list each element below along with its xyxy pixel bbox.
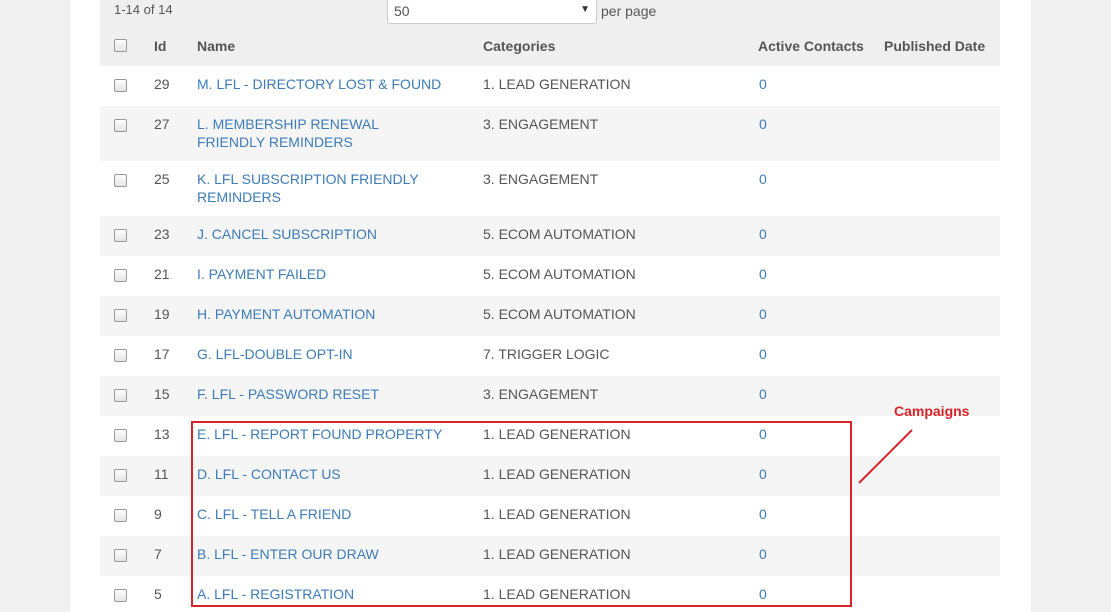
- table-row: 19 H. PAYMENT AUTOMATION 5. ECOM AUTOMATIO…: [100, 296, 1000, 336]
- campaign-name-link[interactable]: L. MEMBERSHIP RENEWAL FRIENDLY REMINDERS: [197, 115, 447, 151]
- per-page-select[interactable]: 50 ▼: [387, 0, 597, 24]
- row-checkbox[interactable]: [114, 79, 127, 92]
- campaign-name-link[interactable]: K. LFL SUBSCRIPTION FRIENDLY REMINDERS: [197, 170, 447, 206]
- row-checkbox[interactable]: [114, 174, 127, 187]
- row-checkbox[interactable]: [114, 589, 127, 602]
- table-row: 17 G. LFL-DOUBLE OPT-IN 7. TRIGGER LOGIC 0: [100, 336, 1000, 376]
- row-category: 7. TRIGGER LOGIC: [483, 346, 610, 362]
- table-row: 9 C. LFL - TELL A FRIEND 1. LEAD GENERATIO…: [100, 496, 1000, 536]
- row-category: 3. ENGAGEMENT: [483, 116, 599, 132]
- column-header-categories[interactable]: Categories: [483, 38, 555, 54]
- table-row: 5 A. LFL - REGISTRATION 1. LEAD GENERATION…: [100, 576, 1000, 612]
- row-id: 25: [154, 171, 170, 187]
- row-category: 1. LEAD GENERATION: [483, 426, 631, 442]
- active-contacts-link[interactable]: 0: [759, 506, 767, 522]
- campaign-name-link[interactable]: M. LFL - DIRECTORY LOST & FOUND: [197, 75, 447, 93]
- table-row: 25 K. LFL SUBSCRIPTION FRIENDLY REMINDERS…: [100, 161, 1000, 216]
- table-row: 27 L. MEMBERSHIP RENEWAL FRIENDLY REMINDE…: [100, 106, 1000, 161]
- row-category: 1. LEAD GENERATION: [483, 586, 631, 602]
- campaign-name-link[interactable]: C. LFL - TELL A FRIEND: [197, 505, 447, 523]
- active-contacts-link[interactable]: 0: [759, 266, 767, 282]
- annotation-arrow-line: [858, 429, 913, 484]
- row-category: 3. ENGAGEMENT: [483, 171, 599, 187]
- per-page-value: 50: [394, 3, 410, 19]
- row-id: 11: [154, 466, 169, 482]
- row-id: 13: [154, 426, 170, 442]
- campaign-name-link[interactable]: D. LFL - CONTACT US: [197, 465, 447, 483]
- row-id: 29: [154, 76, 170, 92]
- row-id: 17: [154, 346, 170, 362]
- active-contacts-link[interactable]: 0: [759, 546, 767, 562]
- campaign-name-link[interactable]: F. LFL - PASSWORD RESET: [197, 385, 447, 403]
- row-checkbox[interactable]: [114, 469, 127, 482]
- active-contacts-link[interactable]: 0: [759, 346, 767, 362]
- row-category: 3. ENGAGEMENT: [483, 386, 599, 402]
- active-contacts-link[interactable]: 0: [759, 76, 767, 92]
- row-category: 5. ECOM AUTOMATION: [483, 306, 636, 322]
- column-header-published-date[interactable]: Published Date: [884, 38, 985, 54]
- row-checkbox[interactable]: [114, 389, 127, 402]
- row-category: 1. LEAD GENERATION: [483, 546, 631, 562]
- pagination-bar: 1-14 of 14 50 ▼ per page: [100, 0, 1000, 26]
- caret-down-icon: ▼: [580, 4, 590, 15]
- row-checkbox[interactable]: [114, 429, 127, 442]
- active-contacts-link[interactable]: 0: [759, 386, 767, 402]
- active-contacts-link[interactable]: 0: [759, 426, 767, 442]
- active-contacts-link[interactable]: 0: [759, 306, 767, 322]
- row-id: 15: [154, 386, 170, 402]
- result-count: 1-14 of 14: [114, 2, 173, 17]
- campaigns-annotation-label: Campaigns: [894, 403, 970, 419]
- row-id: 27: [154, 116, 170, 132]
- active-contacts-link[interactable]: 0: [759, 466, 767, 482]
- table-row: 29 M. LFL - DIRECTORY LOST & FOUND 1. LEAD…: [100, 66, 1000, 106]
- row-id: 19: [154, 306, 170, 322]
- column-header-active-contacts[interactable]: Active Contacts: [758, 38, 864, 54]
- table-row: 21 I. PAYMENT FAILED 5. ECOM AUTOMATION 0: [100, 256, 1000, 296]
- row-checkbox[interactable]: [114, 119, 127, 132]
- row-id: 7: [154, 546, 162, 562]
- campaign-name-link[interactable]: B. LFL - ENTER OUR DRAW: [197, 545, 447, 563]
- row-checkbox[interactable]: [114, 309, 127, 322]
- row-category: 5. ECOM AUTOMATION: [483, 226, 636, 242]
- table-row: 7 B. LFL - ENTER OUR DRAW 1. LEAD GENERATI…: [100, 536, 1000, 576]
- row-category: 1. LEAD GENERATION: [483, 506, 631, 522]
- table-row: 23 J. CANCEL SUBSCRIPTION 5. ECOM AUTOMATI…: [100, 216, 1000, 256]
- campaign-name-link[interactable]: G. LFL-DOUBLE OPT-IN: [197, 345, 447, 363]
- table-row: 15 F. LFL - PASSWORD RESET 3. ENGAGEMENT 0: [100, 376, 1000, 416]
- select-all-checkbox[interactable]: [114, 39, 127, 52]
- row-checkbox[interactable]: [114, 229, 127, 242]
- campaign-name-link[interactable]: A. LFL - REGISTRATION: [197, 585, 447, 603]
- campaign-name-link[interactable]: I. PAYMENT FAILED: [197, 265, 447, 283]
- table-header: Id Name Categories Active Contacts Publi…: [100, 26, 1000, 66]
- active-contacts-link[interactable]: 0: [759, 226, 767, 242]
- campaign-name-link[interactable]: E. LFL - REPORT FOUND PROPERTY: [197, 425, 447, 443]
- row-checkbox[interactable]: [114, 549, 127, 562]
- active-contacts-link[interactable]: 0: [759, 116, 767, 132]
- row-id: 23: [154, 226, 170, 242]
- campaign-name-link[interactable]: H. PAYMENT AUTOMATION: [197, 305, 447, 323]
- row-id: 21: [154, 266, 170, 282]
- campaign-name-link[interactable]: J. CANCEL SUBSCRIPTION: [197, 225, 447, 243]
- row-category: 5. ECOM AUTOMATION: [483, 266, 636, 282]
- per-page-label: per page: [601, 3, 657, 19]
- column-header-id[interactable]: Id: [154, 38, 166, 54]
- active-contacts-link[interactable]: 0: [759, 586, 767, 602]
- row-checkbox[interactable]: [114, 509, 127, 522]
- active-contacts-link[interactable]: 0: [759, 171, 767, 187]
- row-id: 5: [154, 586, 162, 602]
- row-checkbox[interactable]: [114, 269, 127, 282]
- row-id: 9: [154, 506, 162, 522]
- column-header-name[interactable]: Name: [197, 38, 235, 54]
- row-category: 1. LEAD GENERATION: [483, 76, 631, 92]
- row-category: 1. LEAD GENERATION: [483, 466, 631, 482]
- row-checkbox[interactable]: [114, 349, 127, 362]
